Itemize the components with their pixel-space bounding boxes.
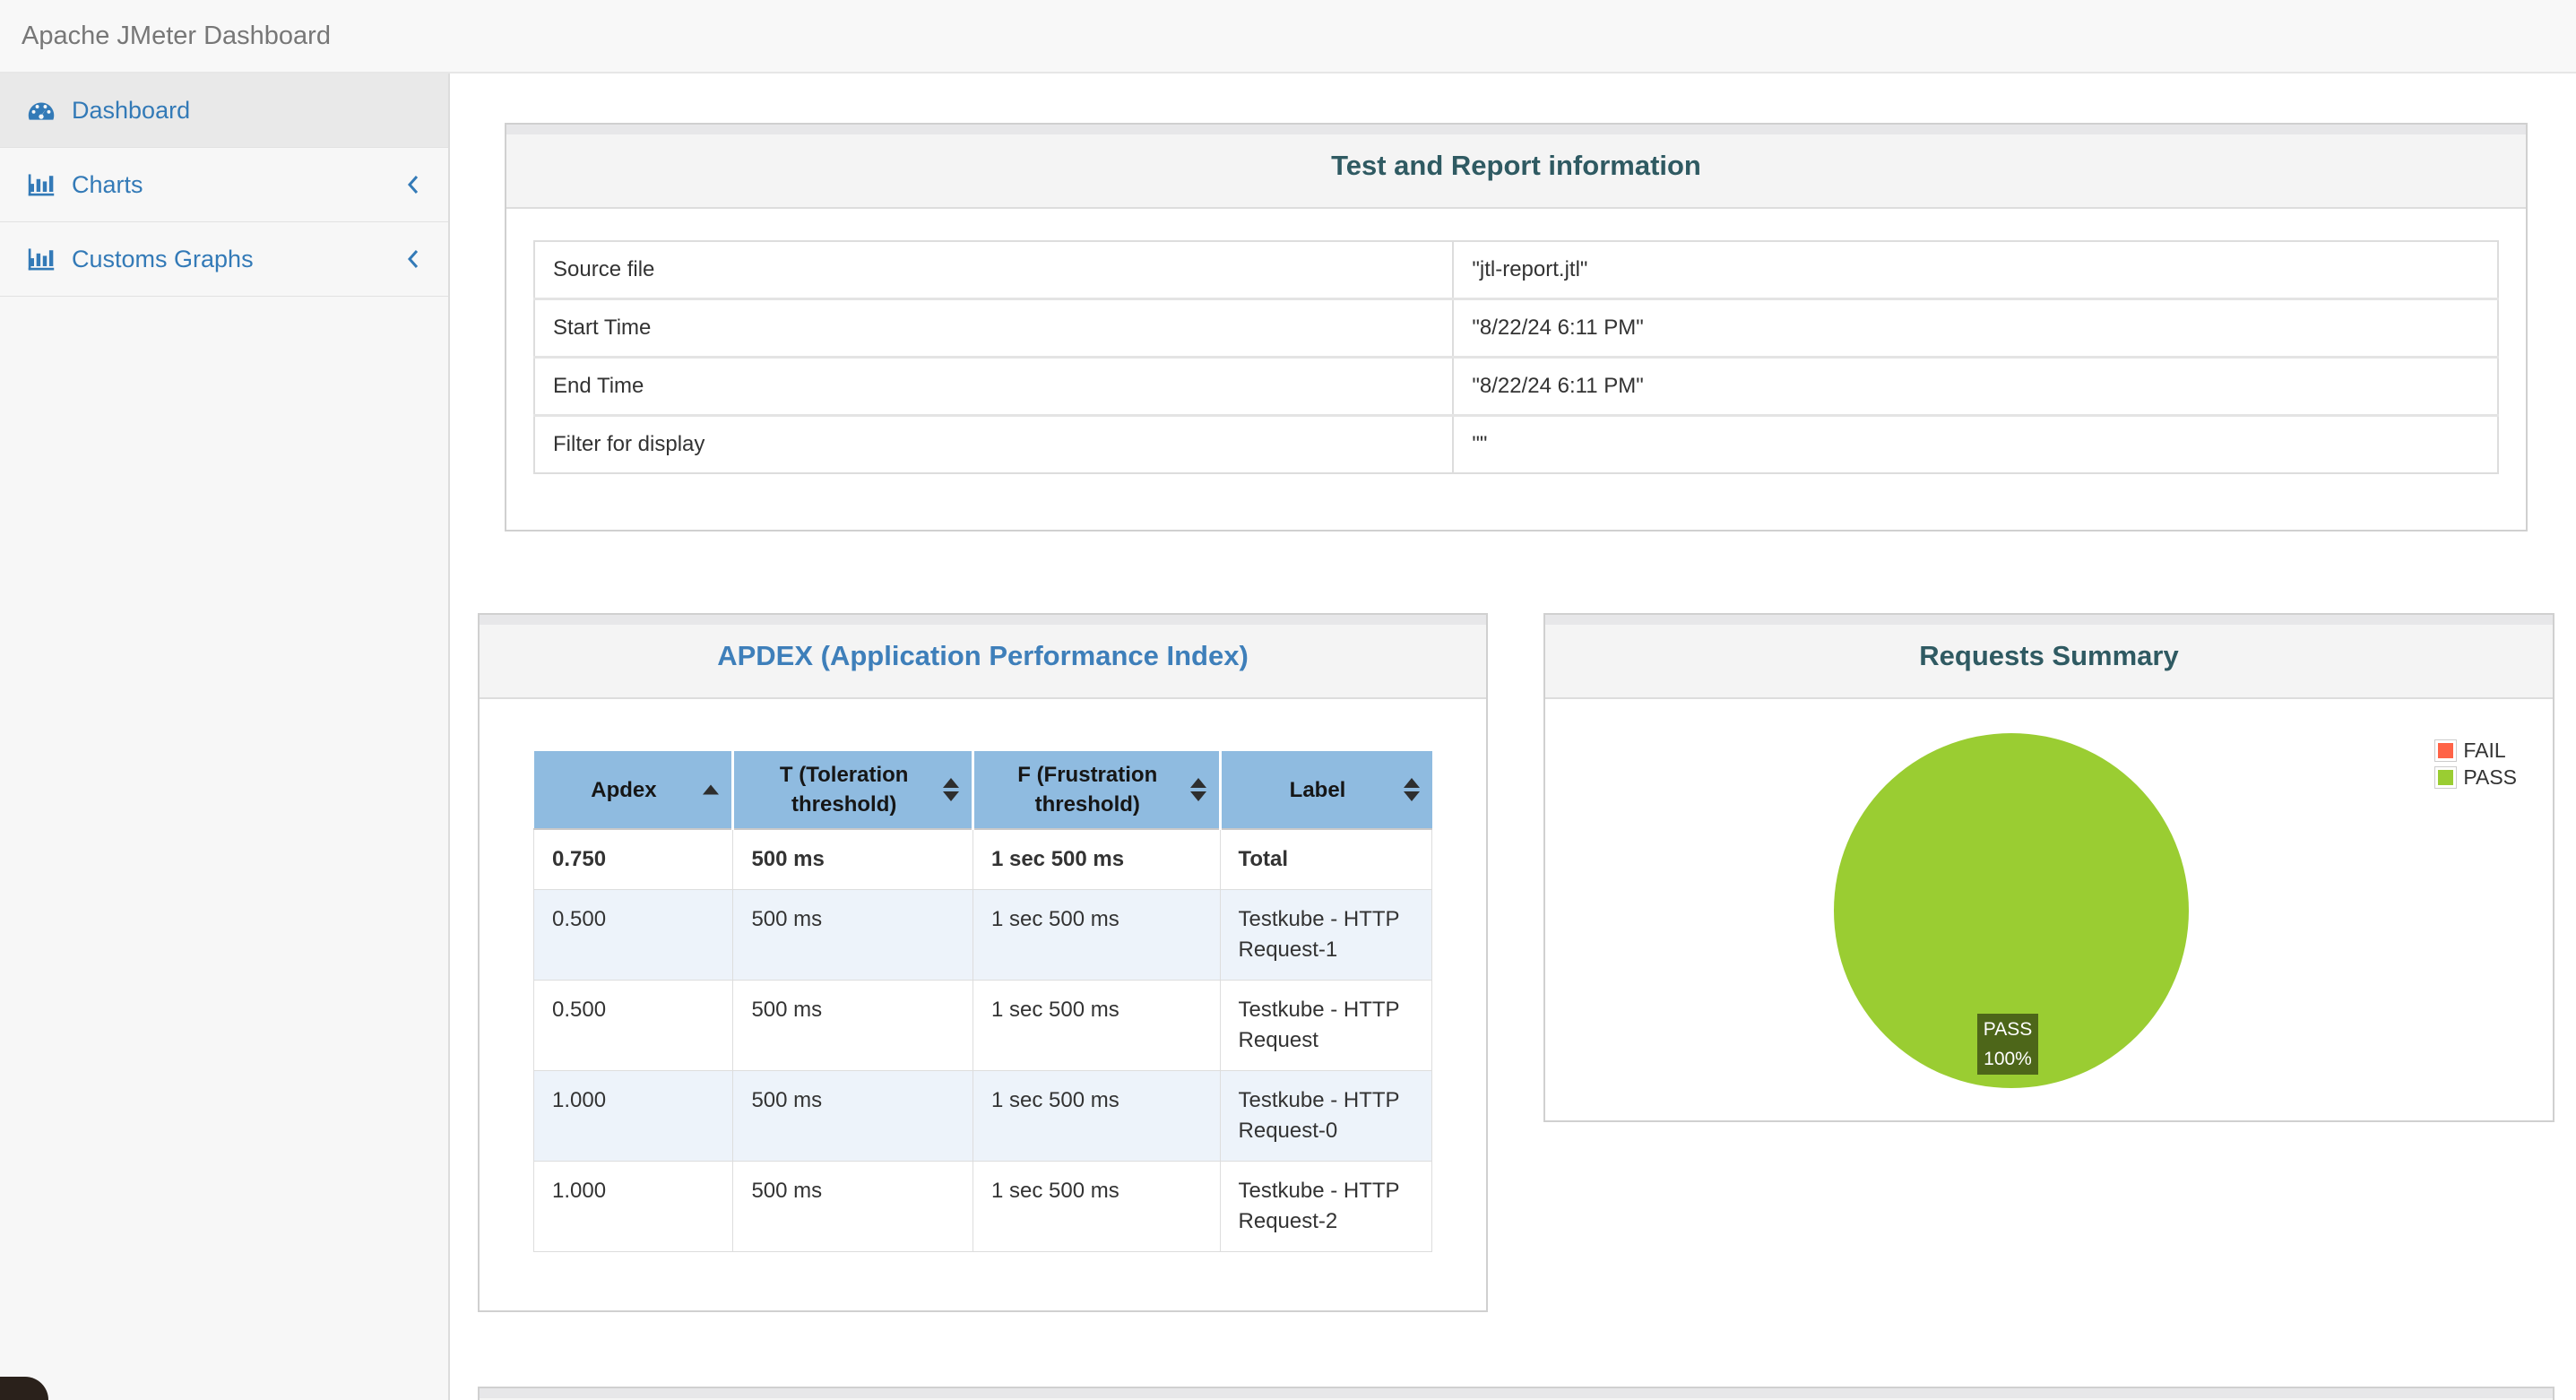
apdex-panel-heading: APDEX (Application Performance Index): [480, 615, 1486, 699]
table-row: Filter for display "": [532, 414, 2499, 474]
pie-label-percent: 100%: [1984, 1049, 2032, 1069]
table-row: 1.000 500 ms 1 sec 500 ms Testkube - HTT…: [532, 1161, 1433, 1252]
apdex-column-header[interactable]: Apdex: [533, 751, 735, 830]
chart-legend: FAIL PASS: [2434, 739, 2517, 792]
info-row-value: "8/22/24 6:11 PM": [1452, 298, 2499, 359]
table-row: 0.500 500 ms 1 sec 500 ms Testkube - HTT…: [532, 889, 1433, 981]
apdex-value: 0.500: [532, 889, 734, 981]
toleration-column-header[interactable]: T (Toleration threshold): [732, 751, 974, 830]
request-label: Testkube - HTTP Request-0: [1219, 1070, 1433, 1162]
chevron-left-icon: [405, 171, 421, 198]
sort-both-icon: [1403, 778, 1420, 801]
table-row: End Time "8/22/24 6:11 PM": [532, 356, 2499, 417]
frustration-value: 1 sec 500 ms: [972, 1070, 1221, 1162]
column-header-label: T (Toleration threshold): [779, 763, 909, 817]
toleration-value: 500 ms: [732, 1070, 973, 1162]
bar-chart-icon: [27, 172, 56, 197]
toleration-value: 500 ms: [732, 1161, 973, 1252]
legend-item-pass: PASS: [2434, 765, 2517, 790]
pie-slice-label: PASS 100%: [1977, 1014, 2038, 1075]
column-header-label: Apdex: [591, 777, 657, 802]
table-row: 1.000 500 ms 1 sec 500 ms Testkube - HTT…: [532, 1070, 1433, 1162]
info-row-label: Filter for display: [532, 414, 1455, 474]
apdex-value: 1.000: [532, 1161, 734, 1252]
fail-legend-swatch: [2434, 739, 2458, 762]
pie-label-series: PASS: [1983, 1019, 2033, 1040]
legend-label: PASS: [2463, 765, 2517, 789]
next-panel-partial: [478, 1387, 2554, 1400]
sidebar-item-charts[interactable]: Charts: [0, 148, 448, 222]
apdex-value: 0.500: [532, 980, 734, 1071]
next-panel-heading: [480, 1388, 2553, 1400]
apdex-panel-body: Apdex T (Toleration threshold) F (Frustr…: [480, 699, 1486, 1310]
request-label: Testkube - HTTP Request-2: [1219, 1161, 1433, 1252]
frustration-value: 1 sec 500 ms: [972, 889, 1221, 981]
requests-summary-heading: Requests Summary: [1545, 615, 2553, 699]
table-row: Source file "jtl-report.jtl": [532, 240, 2499, 300]
request-label: Testkube - HTTP Request: [1219, 980, 1433, 1071]
panels-row: APDEX (Application Performance Index) Ap…: [478, 613, 2554, 1312]
legend-label: FAIL: [2463, 739, 2506, 762]
apdex-header-row: Apdex T (Toleration threshold) F (Frustr…: [533, 751, 1432, 830]
info-row-value: "jtl-report.jtl": [1452, 240, 2499, 300]
app-title: Apache JMeter Dashboard: [22, 21, 331, 50]
test-info-panel: Test and Report information Source file …: [505, 123, 2528, 531]
sort-both-icon: [1189, 778, 1206, 801]
test-info-title: Test and Report information: [1331, 150, 1701, 181]
column-header-label: F (Frustration threshold): [1017, 763, 1158, 817]
toleration-value: 500 ms: [732, 828, 973, 890]
frustration-value: 1 sec 500 ms: [972, 1161, 1221, 1252]
toleration-value: 500 ms: [732, 980, 973, 1071]
apdex-table: Apdex T (Toleration threshold) F (Frustr…: [532, 751, 1433, 1252]
main-layout: Dashboard Charts Customs Graphs Test and…: [0, 73, 2576, 1400]
toleration-value: 500 ms: [732, 889, 973, 981]
sort-asc-icon: [703, 784, 720, 795]
pass-legend-swatch: [2434, 766, 2458, 789]
test-info-panel-heading: Test and Report information: [506, 125, 2526, 209]
test-info-table: Source file "jtl-report.jtl" Start Time …: [532, 240, 2499, 474]
apdex-panel: APDEX (Application Performance Index) Ap…: [478, 613, 1488, 1312]
info-row-label: Start Time: [532, 298, 1455, 359]
sidebar-item-dashboard[interactable]: Dashboard: [0, 73, 448, 148]
table-row: Start Time "8/22/24 6:11 PM": [532, 298, 2499, 359]
test-info-panel-body: Source file "jtl-report.jtl" Start Time …: [506, 209, 2526, 530]
info-row-value: "8/22/24 6:11 PM": [1452, 356, 2499, 417]
sidebar-item-label: Charts: [72, 170, 143, 198]
requests-summary-title: Requests Summary: [1919, 640, 2179, 671]
table-row: 0.750 500 ms 1 sec 500 ms Total: [532, 828, 1433, 890]
sidebar-item-label: Customs Graphs: [72, 245, 254, 272]
frustration-value: 1 sec 500 ms: [972, 828, 1221, 890]
request-label: Total: [1219, 828, 1433, 890]
requests-summary-chart: PASS 100% FAIL PASS: [1545, 699, 2553, 1120]
content-area: Test and Report information Source file …: [450, 73, 2576, 1400]
jmeter-dashboard-app: Apache JMeter Dashboard Dashboard Charts…: [0, 0, 2576, 1400]
apdex-value: 1.000: [532, 1070, 734, 1162]
info-row-label: End Time: [532, 356, 1455, 417]
info-row-label: Source file: [532, 240, 1455, 300]
column-header-label: Label: [1289, 777, 1346, 802]
top-navbar: Apache JMeter Dashboard: [0, 0, 2576, 73]
table-row: 0.500 500 ms 1 sec 500 ms Testkube - HTT…: [532, 980, 1433, 1071]
sort-both-icon: [942, 778, 959, 801]
apdex-title: APDEX (Application Performance Index): [717, 640, 1249, 671]
sidebar-item-label: Dashboard: [72, 96, 191, 124]
gauge-icon: [27, 98, 56, 123]
chevron-left-icon: [405, 246, 421, 272]
frustration-column-header[interactable]: F (Frustration threshold): [972, 751, 1222, 830]
sidebar: Dashboard Charts Customs Graphs: [0, 73, 450, 1400]
request-label: Testkube - HTTP Request-1: [1219, 889, 1433, 981]
requests-summary-panel: Requests Summary PASS 100% FAIL PASS: [1543, 613, 2554, 1122]
sidebar-item-customs-graphs[interactable]: Customs Graphs: [0, 222, 448, 297]
apdex-value: 0.750: [532, 828, 734, 890]
label-column-header[interactable]: Label: [1220, 751, 1432, 830]
info-row-value: "": [1452, 414, 2499, 474]
legend-item-fail: FAIL: [2434, 739, 2517, 763]
bar-chart-icon: [27, 246, 56, 272]
frustration-value: 1 sec 500 ms: [972, 980, 1221, 1071]
